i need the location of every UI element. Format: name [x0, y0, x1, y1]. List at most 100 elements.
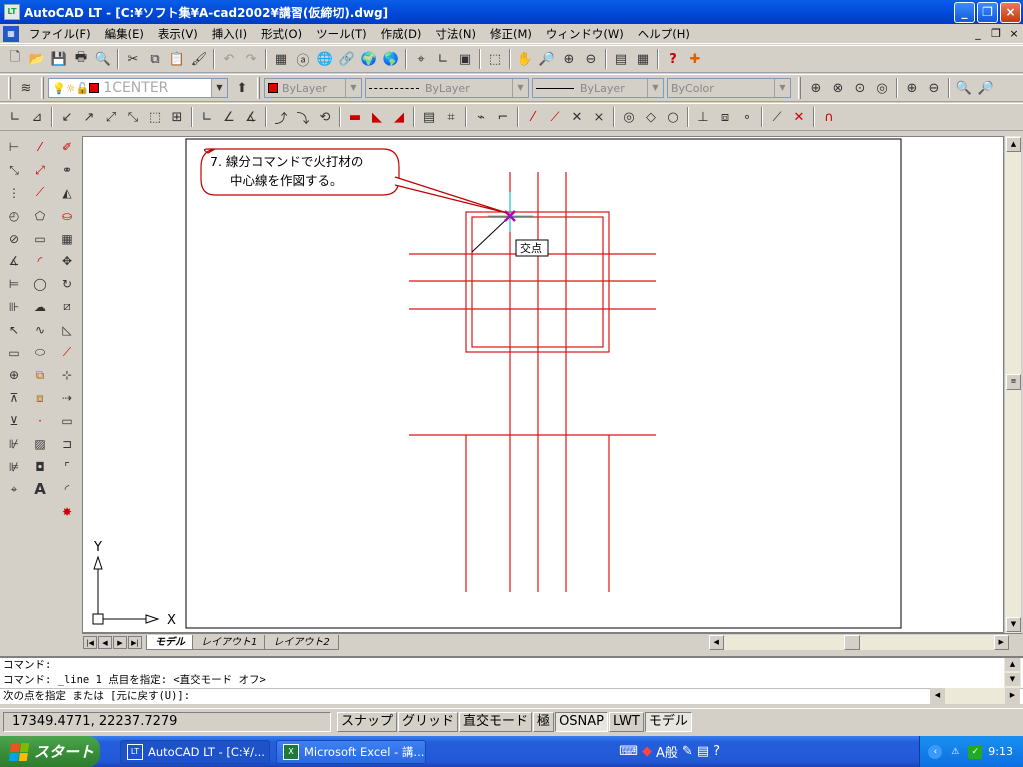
ime-icon[interactable]: ◆	[642, 744, 652, 759]
dim-override-icon[interactable]: ⌖	[2, 478, 26, 501]
menu-insert[interactable]: 挿入(I)	[205, 26, 254, 42]
menu-modify[interactable]: 修正(M)	[483, 26, 539, 42]
scroll-down-icon[interactable]: ▼	[1005, 673, 1020, 686]
network-icon[interactable]: ⚠	[948, 745, 962, 759]
make-block-icon[interactable]: ⧈	[28, 387, 52, 410]
spline-icon[interactable]: ∿	[28, 318, 52, 341]
tray-expand-icon[interactable]: ‹	[928, 744, 943, 759]
ime-help-icon[interactable]: ?	[713, 744, 720, 759]
menu-view[interactable]: 表示(V)	[151, 26, 205, 42]
circle-icon[interactable]: ◯	[28, 273, 52, 296]
save-icon[interactable]: 💾	[48, 48, 70, 70]
lengthen-icon[interactable]: ⟋	[55, 341, 79, 364]
ucs-object-icon[interactable]: ⤢	[100, 106, 122, 128]
snap-tangent-icon[interactable]: ○	[662, 106, 684, 128]
mtext-icon[interactable]: A	[28, 478, 52, 501]
point-icon[interactable]: ·	[28, 410, 52, 433]
menu-tools[interactable]: ツール(T)	[309, 26, 374, 42]
trim-icon[interactable]: ⊹	[55, 364, 79, 387]
document-icon[interactable]: ▦	[3, 25, 19, 42]
break-at-point-icon[interactable]: ⊐	[55, 432, 79, 455]
dim-center-icon[interactable]: ⊕	[2, 364, 26, 387]
chevron-down-icon[interactable]: ▼	[211, 79, 227, 97]
toolbar-grip[interactable]	[41, 77, 44, 99]
erase-icon[interactable]: ✐	[55, 136, 79, 159]
zoom-in-icon[interactable]: ⊕	[901, 77, 923, 99]
chevron-down-icon[interactable]: ▼	[512, 79, 528, 97]
title-bar[interactable]: LT AutoCAD LT - [C:¥ソフト集¥A-cad2002¥講習(仮締…	[0, 0, 1023, 24]
redo-icon[interactable]: ↷	[240, 48, 262, 70]
dim-update-icon[interactable]: ⊮	[2, 432, 26, 455]
lwt-toggle[interactable]: LWT	[609, 711, 644, 732]
copy-object-icon[interactable]: ⚭	[55, 159, 79, 182]
zoom-window-icon[interactable]: ⊕	[805, 77, 827, 99]
snap-center-icon[interactable]: ◎	[618, 106, 640, 128]
ucs-world-icon[interactable]: ↗	[78, 106, 100, 128]
ucs-z-icon[interactable]: ∠	[218, 106, 240, 128]
hscroll-thumb[interactable]	[843, 634, 860, 650]
rotate-y-icon[interactable]: ⤵	[292, 106, 314, 128]
dim-baseline-icon[interactable]: ⊪	[2, 296, 26, 319]
osnap-toggle[interactable]: OSNAP	[555, 711, 609, 732]
zoom-extents-icon[interactable]: 🔎	[975, 77, 997, 99]
polygon-icon[interactable]: ⬠	[28, 204, 52, 227]
command-window[interactable]: コマンド: コマンド: _line 1 点目を指定: <直交モード オフ> 次の…	[0, 656, 1023, 704]
layer-prev-icon[interactable]: ▬	[344, 106, 366, 128]
aligned-dimension-icon[interactable]: ⊿	[26, 106, 48, 128]
dim-ordinate-icon[interactable]: ⋮	[2, 182, 26, 205]
snap-endpoint-icon[interactable]: ⁄	[522, 106, 544, 128]
layer-isolate-icon[interactable]: ◢	[388, 106, 410, 128]
polyline-icon[interactable]: ⟋	[28, 182, 52, 205]
cut-icon[interactable]: ✂	[122, 48, 144, 70]
toolbar-grip[interactable]	[257, 77, 260, 99]
dim-radius-icon[interactable]: ◴	[2, 204, 26, 227]
keyboard-icon[interactable]: ⌨	[619, 744, 638, 759]
scroll-right-icon[interactable]: ▶	[993, 634, 1009, 650]
insert-block-icon[interactable]: ⧉	[28, 364, 52, 387]
ucs-view-icon[interactable]: ⬚	[144, 106, 166, 128]
horizontal-scrollbar[interactable]: ◀ ▶	[708, 634, 1009, 650]
zoom-window-icon[interactable]: ⊕	[558, 48, 580, 70]
scroll-down-icon[interactable]: ▼	[1006, 617, 1021, 632]
stretch-icon[interactable]: ◺	[55, 318, 79, 341]
chevron-down-icon[interactable]: ▼	[774, 79, 790, 97]
dim-edit-icon[interactable]: ⊼	[2, 387, 26, 410]
menu-format[interactable]: 形式(O)	[254, 26, 309, 42]
scroll-up-icon[interactable]: ▲	[1005, 658, 1020, 671]
ucs-face-icon[interactable]: ⤡	[122, 106, 144, 128]
model-toggle[interactable]: モデル	[644, 711, 692, 732]
construction-line-icon[interactable]: ⤢	[28, 159, 52, 182]
pan-icon[interactable]: ✋	[514, 48, 536, 70]
ucs-3point-icon[interactable]: ∡	[240, 106, 262, 128]
grid-toggle[interactable]: グリッド	[398, 711, 459, 732]
dim-quick-icon[interactable]: ⊨	[2, 273, 26, 296]
chamfer-icon[interactable]: ⌜	[55, 455, 79, 478]
osnap-settings-icon[interactable]: ∩	[818, 106, 840, 128]
mdi-restore-button[interactable]: ❐	[987, 27, 1005, 40]
snap-insert-icon[interactable]: ⧈	[714, 106, 736, 128]
zoom-all-icon[interactable]: 🔍	[953, 77, 975, 99]
break-icon[interactable]: ▭	[55, 410, 79, 433]
arc-icon[interactable]: ◜	[28, 250, 52, 273]
scroll-thumb[interactable]: ≡	[1006, 374, 1021, 390]
next-tab-icon[interactable]: ▶	[113, 635, 127, 649]
scale-icon[interactable]: ⧄	[55, 296, 79, 319]
open-folder-icon[interactable]: 📂	[26, 48, 48, 70]
ucs-x-icon[interactable]: ∟	[196, 106, 218, 128]
tool-palette-icon[interactable]: ▦	[632, 48, 654, 70]
print-icon[interactable]: 🖶	[70, 48, 92, 70]
dim-leader-icon[interactable]: ↖	[2, 318, 26, 341]
paste-icon[interactable]: 📋	[166, 48, 188, 70]
express-icon[interactable]: ✚	[684, 48, 706, 70]
start-button[interactable]: スタート	[0, 736, 100, 767]
lineweight-dropdown[interactable]: ByLayer ▼	[532, 78, 664, 98]
zoom-scale-icon[interactable]: ⊙	[849, 77, 871, 99]
plotstyle-dropdown[interactable]: ByColor ▼	[667, 78, 791, 98]
zoom-realtime-icon[interactable]: 🔎	[536, 48, 558, 70]
command-scrollbar[interactable]: ▲ ▼	[1004, 658, 1021, 688]
hyperlink-icon[interactable]: 🔗	[336, 48, 358, 70]
dim-angular-icon[interactable]: ∡	[2, 250, 26, 273]
linetype-dropdown[interactable]: ByLayer ▼	[365, 78, 529, 98]
autocad-lt-icon[interactable]: LT	[4, 4, 20, 20]
snap-intersection-icon[interactable]: ✕	[566, 106, 588, 128]
